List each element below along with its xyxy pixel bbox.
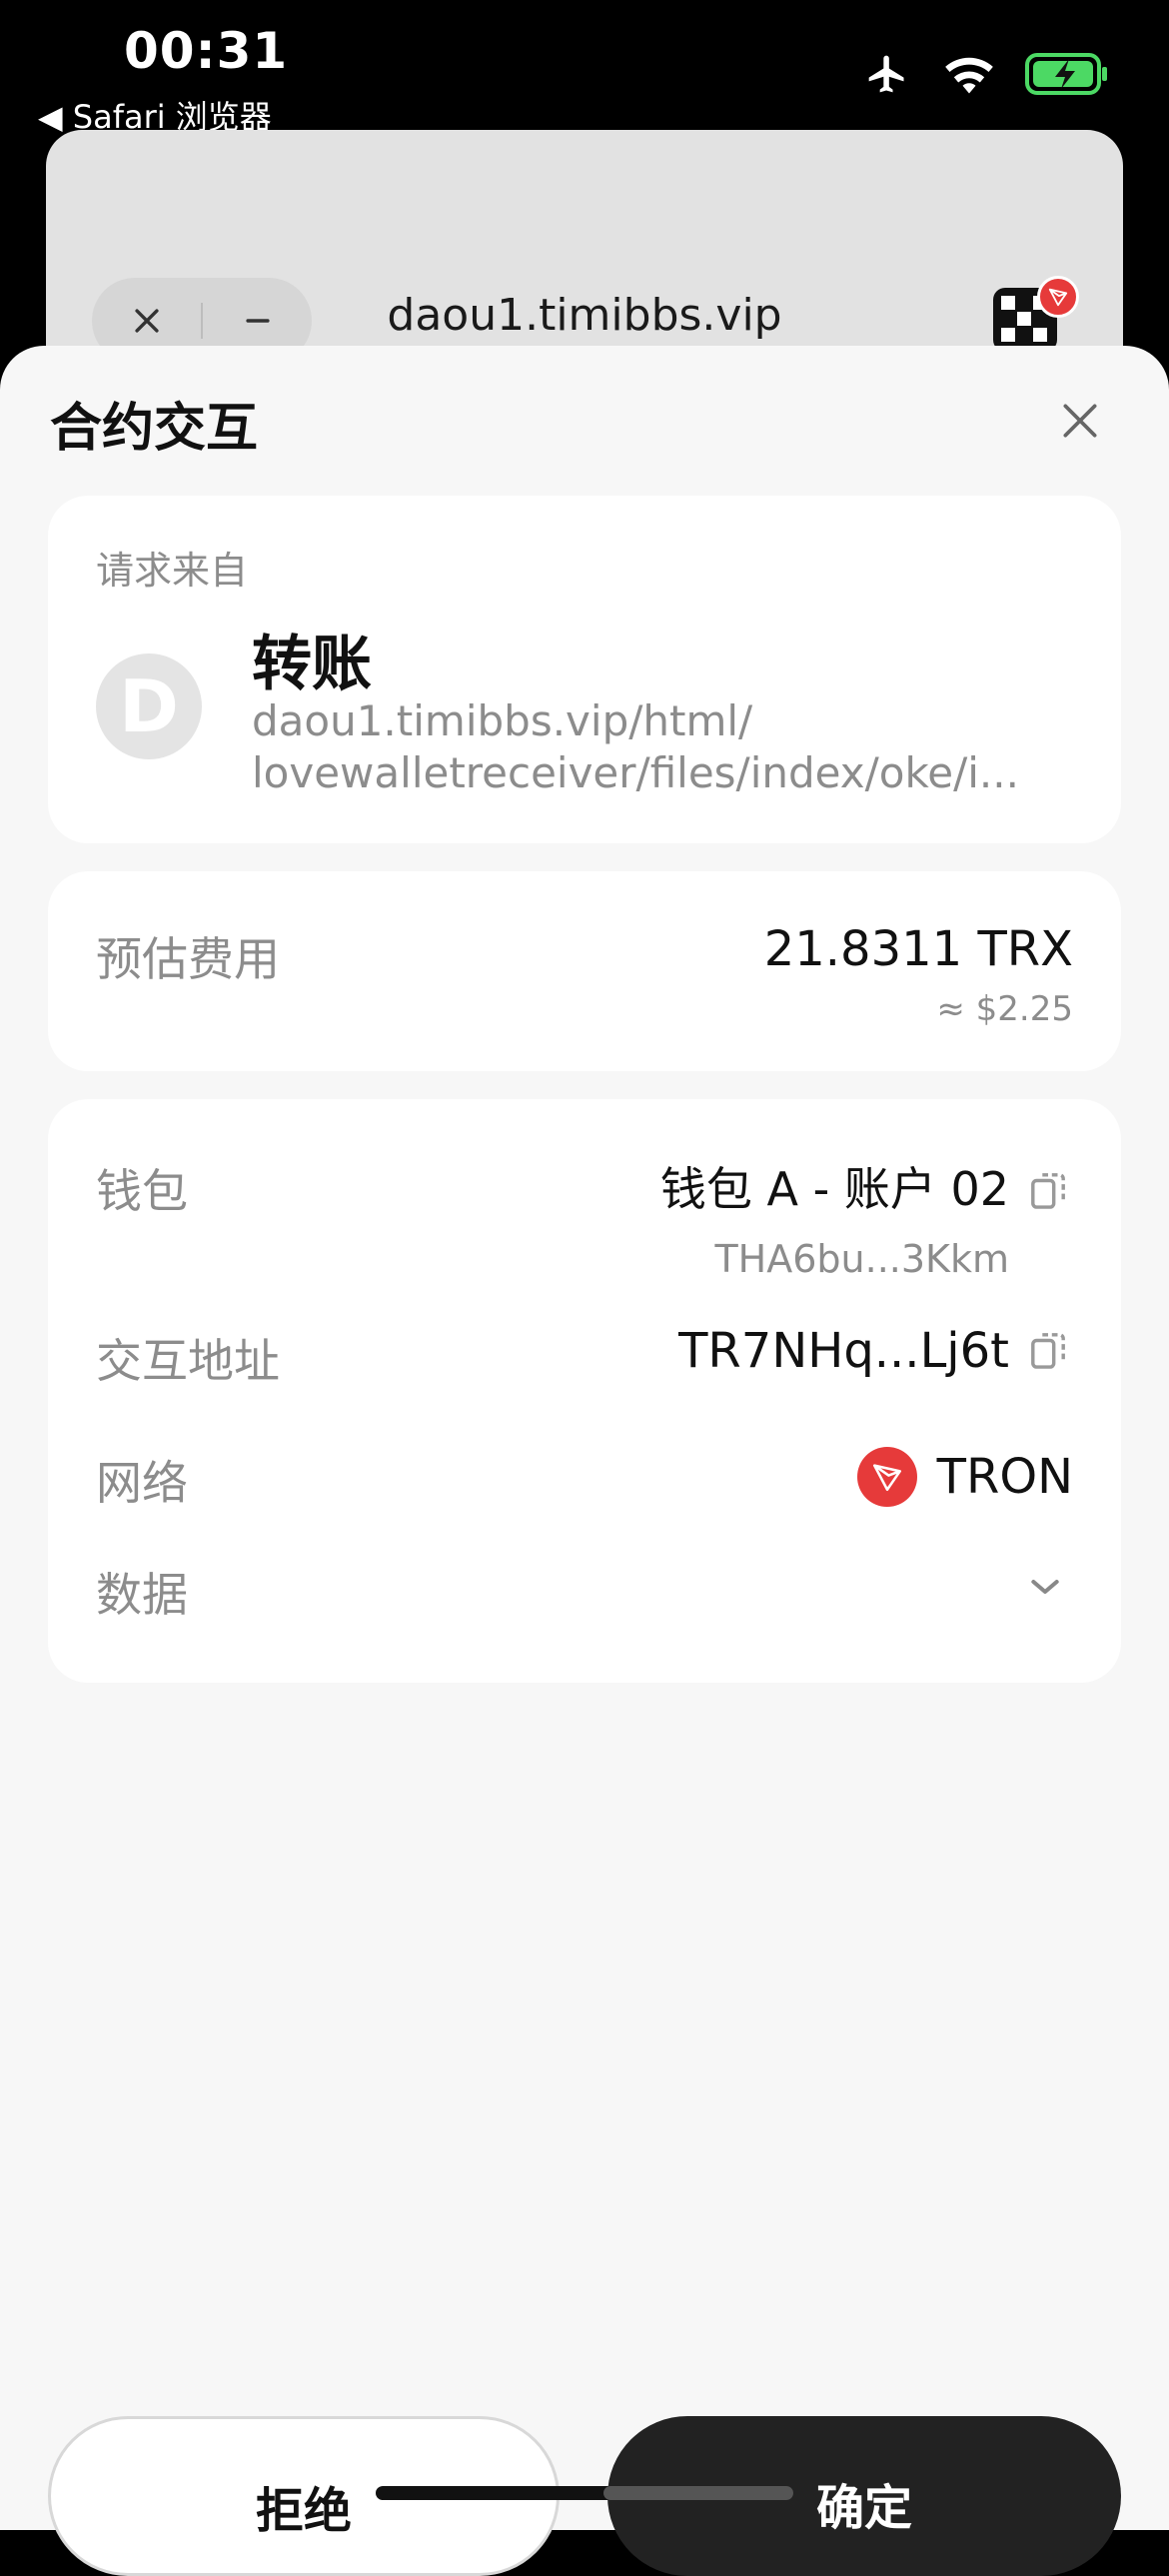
fee-label: 预估费用 <box>96 932 280 986</box>
close-icon <box>1063 404 1097 438</box>
browser-domain: daou1.timibbs.vip <box>387 290 782 341</box>
request-url: daou1.timibbs.vip/html/ lovewalletreceiv… <box>252 695 1051 799</box>
wallet-label: 钱包 <box>96 1164 188 1218</box>
tron-icon <box>856 1447 917 1507</box>
copy-icon[interactable] <box>1029 1329 1067 1371</box>
status-time: 00:31 <box>124 22 289 80</box>
network-name: TRON <box>936 1449 1073 1505</box>
copy-icon[interactable] <box>1029 1169 1067 1211</box>
interact-address: TR7NHq...Lj6t <box>678 1323 1009 1379</box>
fee-card: 预估费用 21.8311 TRX ≈ $2.25 <box>48 871 1121 1071</box>
data-label[interactable]: 数据 <box>96 1559 188 1625</box>
sheet-close-button[interactable] <box>1053 394 1107 448</box>
request-url-line2: lovewalletreceiver/files/index/oke/i... <box>252 748 1019 797</box>
fee-usd: ≈ $2.25 <box>936 989 1073 1029</box>
dapp-avatar: D <box>96 653 202 759</box>
network-label: 网络 <box>96 1456 188 1510</box>
details-card: 钱包 钱包 A - 账户 02 THA6bu...3Kkm 交互地址 TR7NH… <box>48 1099 1121 1683</box>
request-title: 转账 <box>252 630 372 699</box>
wallet-address: THA6bu...3Kkm <box>714 1237 1009 1281</box>
chevron-down-icon[interactable] <box>1025 1567 1065 1607</box>
airplane-icon <box>868 55 904 93</box>
request-from-label: 请求来自 <box>96 549 249 593</box>
sheet-title: 合约交互 <box>50 399 259 459</box>
status-icons <box>861 52 1109 96</box>
battery-charging-icon <box>1025 53 1107 95</box>
wallet-name: 钱包 A - 账户 02 <box>659 1162 1009 1216</box>
contract-interaction-sheet: 合约交互 请求来自 D 转账 daou1.timibbs.vip/html/ l… <box>0 346 1169 2530</box>
request-card: 请求来自 D 转账 daou1.timibbs.vip/html/ lovewa… <box>48 496 1121 843</box>
home-indicator <box>376 2486 793 2500</box>
network-value: TRON <box>856 1447 1073 1507</box>
interact-address-label: 交互地址 <box>96 1334 280 1388</box>
tron-badge-icon <box>1037 276 1079 318</box>
wifi-icon <box>945 57 993 94</box>
request-url-line1: daou1.timibbs.vip/html/ <box>252 696 753 745</box>
fee-value: 21.8311 TRX <box>763 921 1073 977</box>
